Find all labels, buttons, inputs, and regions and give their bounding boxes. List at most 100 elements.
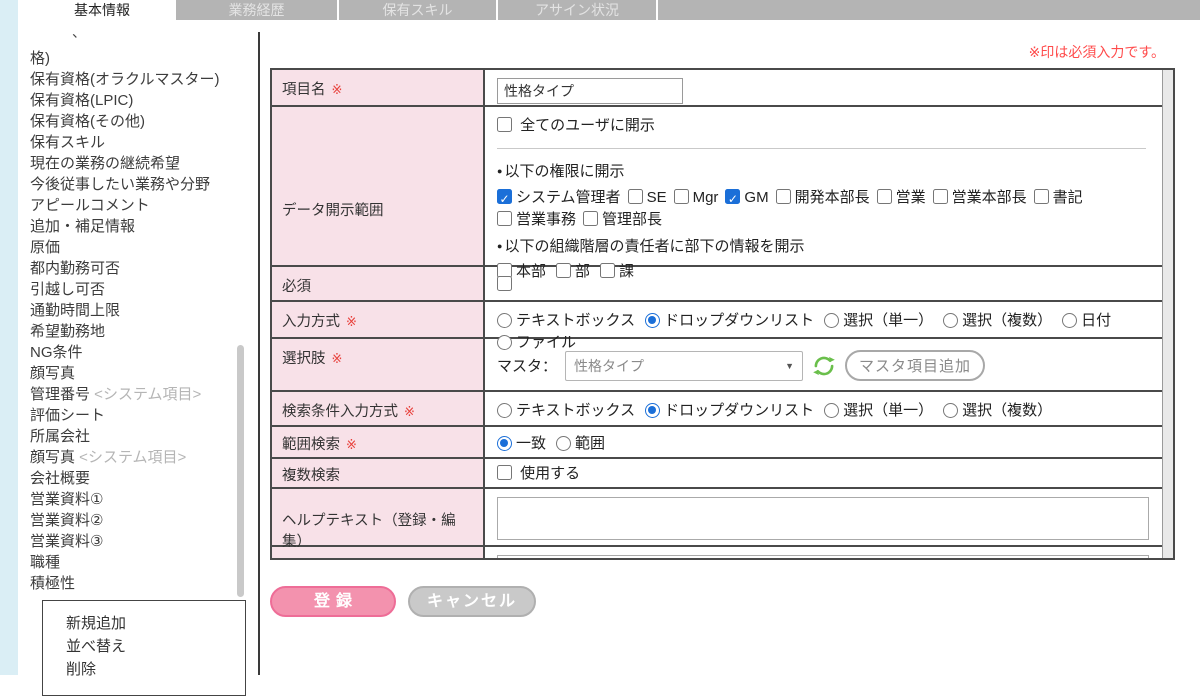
role-option[interactable]: 営業本部長 <box>933 187 1027 209</box>
sidebar-item[interactable]: 今後従事したい業務や分野 <box>30 174 220 195</box>
search-input-method-option[interactable]: テキストボックス <box>497 400 635 422</box>
radio-unchecked-icon[interactable] <box>824 403 839 418</box>
role-option[interactable]: システム管理者 <box>497 187 621 209</box>
form-scrollbar[interactable] <box>1162 70 1173 558</box>
sidebar-item[interactable]: 所属会社 <box>30 426 220 447</box>
checkbox-unchecked-icon[interactable] <box>497 211 512 226</box>
item-name-input[interactable] <box>497 78 683 104</box>
all-users-option[interactable]: 全てのユーザに開示 <box>497 116 655 136</box>
sidebar-item[interactable]: 原価 <box>30 237 220 258</box>
radio-unchecked-icon[interactable] <box>497 335 512 350</box>
checkbox-unchecked-icon[interactable] <box>628 189 643 204</box>
checkbox-unchecked-icon[interactable] <box>1034 189 1049 204</box>
sidebar-scrollbar-thumb[interactable] <box>237 345 244 597</box>
perm-heading: ●以下の権限に開示 <box>497 161 1152 182</box>
search-input-method-option[interactable]: ドロップダウンリスト <box>645 400 814 422</box>
sidebar-item[interactable]: 保有資格(オラクルマスター) <box>30 69 220 90</box>
radio-checked-icon[interactable] <box>645 313 660 328</box>
tab-skills[interactable]: 保有スキル <box>339 0 496 20</box>
radio-unchecked-icon[interactable] <box>497 403 512 418</box>
row-label: 入力方式 <box>282 314 340 330</box>
help-text-registration-textarea[interactable] <box>497 497 1149 540</box>
checkbox-checked-icon[interactable] <box>497 189 512 204</box>
sidebar-item[interactable]: NG条件 <box>30 342 220 363</box>
add-master-item-button[interactable]: マスタ項目追加 <box>845 350 985 381</box>
radio-checked-icon[interactable] <box>645 403 660 418</box>
help-text-partial-textarea[interactable] <box>497 555 1149 558</box>
tab-work-history[interactable]: 業務経歴 <box>176 0 337 20</box>
radio-unchecked-icon[interactable] <box>556 436 571 451</box>
sidebar-item[interactable]: 営業資料② <box>30 510 220 531</box>
range-search-option[interactable]: 一致 <box>497 433 546 455</box>
radio-unchecked-icon[interactable] <box>1062 313 1077 328</box>
checkbox-unchecked-icon[interactable] <box>776 189 791 204</box>
sidebar-item[interactable]: 都内勤務可否 <box>30 258 220 279</box>
sidebar-item[interactable]: アピールコメント <box>30 195 220 216</box>
master-select[interactable]: 性格タイプ ▼ <box>565 351 803 381</box>
sidebar-item[interactable]: 積極性 <box>30 573 220 594</box>
radio-unchecked-icon[interactable] <box>824 313 839 328</box>
row-help-text: ヘルプテキスト（登録・編集） <box>272 489 1162 547</box>
sidebar-item[interactable]: 希望勤務地 <box>30 321 220 342</box>
sidebar-item[interactable]: 保有スキル <box>30 132 220 153</box>
sidebar-item[interactable]: 格) <box>30 48 220 69</box>
input-method-option[interactable]: テキストボックス <box>497 310 635 332</box>
search-input-method-option[interactable]: 選択（複数） <box>943 400 1052 422</box>
checkbox-unchecked-icon[interactable] <box>497 465 512 480</box>
radio-unchecked-icon[interactable] <box>943 403 958 418</box>
role-option[interactable]: SE <box>628 187 667 209</box>
checkbox-unchecked-icon[interactable] <box>583 211 598 226</box>
sidebar-item[interactable]: 営業資料① <box>30 489 220 510</box>
radio-unchecked-icon[interactable] <box>943 313 958 328</box>
checkbox-unchecked-icon[interactable] <box>556 263 571 278</box>
checkbox-unchecked-icon[interactable] <box>933 189 948 204</box>
option-label: 一致 <box>516 435 546 452</box>
range-search-option[interactable]: 範囲 <box>556 433 605 455</box>
sidebar-item[interactable]: 現在の業務の継続希望 <box>30 153 220 174</box>
sidebar-item[interactable]: 会社概要 <box>30 468 220 489</box>
input-method-option[interactable]: 日付 <box>1062 310 1111 332</box>
input-method-option[interactable]: 選択（単一） <box>824 310 933 332</box>
sidebar-item[interactable]: 営業資料③ <box>30 531 220 552</box>
action-item[interactable]: 新規追加 <box>43 612 245 635</box>
checkbox-unchecked-icon[interactable] <box>497 117 512 132</box>
tab-basic-info[interactable]: 基本情報 <box>30 0 174 20</box>
sidebar-item[interactable]: 職種 <box>30 552 220 573</box>
action-item[interactable]: 並べ替え <box>43 635 245 658</box>
sidebar-item[interactable]: 引越し可否 <box>30 279 220 300</box>
sidebar-item[interactable]: 保有資格(その他) <box>30 111 220 132</box>
radio-checked-icon[interactable] <box>497 436 512 451</box>
option-label: 選択（単一） <box>843 402 933 419</box>
multi-search-option[interactable]: 使用する <box>497 462 580 483</box>
checkbox-checked-icon[interactable] <box>725 189 740 204</box>
refresh-icon[interactable] <box>811 353 837 379</box>
role-option[interactable]: 管理部長 <box>583 209 662 231</box>
input-method-option[interactable]: 選択（複数） <box>943 310 1052 332</box>
sidebar-item[interactable]: 管理番号 <システム項目> <box>30 384 220 405</box>
required-checkbox[interactable] <box>497 276 512 291</box>
role-option[interactable]: 営業事務 <box>497 209 576 231</box>
role-option[interactable]: Mgr <box>674 187 719 209</box>
role-option[interactable]: GM <box>725 187 768 209</box>
input-method-option[interactable]: ドロップダウンリスト <box>645 310 814 332</box>
tab-assign-status[interactable]: アサイン状況 <box>498 0 656 20</box>
action-item[interactable]: 削除 <box>43 658 245 681</box>
sidebar-item[interactable]: 評価シート <box>30 405 220 426</box>
sidebar-item[interactable]: 通勤時間上限 <box>30 300 220 321</box>
sidebar-item[interactable]: 顔写真 <box>30 363 220 384</box>
cancel-button[interactable]: キャンセル <box>408 586 536 617</box>
checkbox-unchecked-icon[interactable] <box>877 189 892 204</box>
radio-unchecked-icon[interactable] <box>497 313 512 328</box>
checkbox-unchecked-icon[interactable] <box>600 263 615 278</box>
register-button[interactable]: 登録 <box>270 586 396 617</box>
sidebar-item[interactable]: 顔写真 <システム項目> <box>30 447 220 468</box>
role-option[interactable]: 営業 <box>877 187 926 209</box>
checkbox-unchecked-icon[interactable] <box>674 189 689 204</box>
sidebar-item[interactable]: 保有資格(LPIC) <box>30 90 220 111</box>
search-input-method-option[interactable]: 選択（単一） <box>824 400 933 422</box>
row-range-search: 範囲検索※ 一致範囲 <box>272 427 1162 459</box>
option-label: 書記 <box>1053 189 1083 206</box>
role-option[interactable]: 開発本部長 <box>776 187 870 209</box>
sidebar-item[interactable]: 追加・補足情報 <box>30 216 220 237</box>
role-option[interactable]: 書記 <box>1034 187 1083 209</box>
